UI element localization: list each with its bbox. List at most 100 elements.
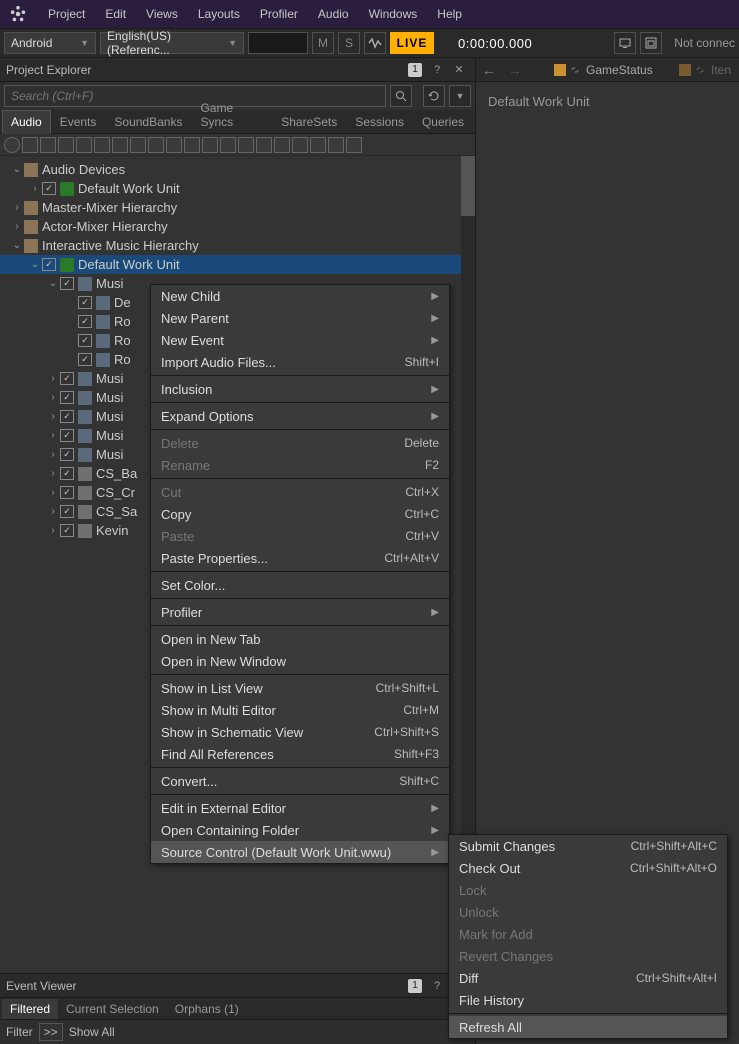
checkbox[interactable] (60, 505, 74, 518)
strip-icon[interactable] (274, 137, 290, 153)
chevron-right-icon[interactable]: › (10, 202, 24, 213)
menu-profiler[interactable]: Profiler (250, 3, 308, 25)
menu-item[interactable]: Paste Properties...Ctrl+Alt+V (151, 547, 449, 569)
checkbox[interactable] (60, 391, 74, 404)
menu-edit[interactable]: Edit (95, 3, 136, 25)
menu-item[interactable]: Open Containing Folder▶ (151, 819, 449, 841)
chevron-right-icon[interactable]: › (46, 373, 60, 384)
checkbox[interactable] (78, 296, 92, 309)
tab-sharesets[interactable]: ShareSets (272, 110, 346, 133)
chevron-down-icon[interactable]: ⌄ (46, 278, 60, 289)
menu-audio[interactable]: Audio (308, 3, 359, 25)
strip-icon[interactable] (148, 137, 164, 153)
checkbox[interactable] (60, 429, 74, 442)
menu-item[interactable]: Open in New Window (151, 650, 449, 672)
checkbox[interactable] (60, 486, 74, 499)
menu-views[interactable]: Views (136, 3, 188, 25)
context-menu-main[interactable]: New Child▶New Parent▶New Event▶Import Au… (150, 284, 450, 864)
menu-project[interactable]: Project (38, 3, 95, 25)
scrollbar-thumb[interactable] (461, 156, 475, 216)
strip-icon[interactable] (220, 137, 236, 153)
filter-forward-button[interactable]: >> (39, 1023, 63, 1041)
tab-audio[interactable]: Audio (2, 110, 51, 134)
tab-game-syncs[interactable]: Game Syncs (191, 96, 272, 133)
menu-item[interactable]: Profiler▶ (151, 601, 449, 623)
checkbox[interactable] (78, 315, 92, 328)
ev-tab[interactable]: Orphans (1) (167, 999, 247, 1019)
menu-item[interactable]: Check OutCtrl+Shift+Alt+O (449, 857, 727, 879)
strip-icon[interactable] (94, 137, 110, 153)
menu-item[interactable]: Expand Options▶ (151, 405, 449, 427)
menu-item[interactable]: File History (449, 989, 727, 1011)
strip-icon[interactable] (166, 137, 182, 153)
menu-layouts[interactable]: Layouts (188, 3, 250, 25)
right-tab-gamestatus[interactable]: GameStatus (550, 61, 657, 79)
menu-item[interactable]: New Child▶ (151, 285, 449, 307)
activity-icon[interactable] (364, 32, 386, 54)
nav-forward-icon[interactable]: → (506, 62, 524, 78)
tab-soundbanks[interactable]: SoundBanks (105, 110, 191, 133)
menu-item[interactable]: Open in New Tab (151, 628, 449, 650)
menu-windows[interactable]: Windows (359, 3, 428, 25)
dock-icon[interactable] (640, 32, 662, 54)
menu-item[interactable]: Show in Multi EditorCtrl+M (151, 699, 449, 721)
meter-box[interactable] (248, 32, 308, 54)
menu-item[interactable]: DiffCtrl+Shift+Alt+I (449, 967, 727, 989)
checkbox[interactable] (60, 372, 74, 385)
strip-icon[interactable] (346, 137, 362, 153)
strip-icon[interactable] (76, 137, 92, 153)
chevron-right-icon[interactable]: › (46, 449, 60, 460)
chevron-right-icon[interactable]: › (28, 183, 42, 194)
tab-sessions[interactable]: Sessions (346, 110, 413, 133)
live-button[interactable]: LIVE (390, 32, 434, 54)
checkbox[interactable] (60, 277, 74, 290)
menu-item[interactable]: Show in Schematic ViewCtrl+Shift+S (151, 721, 449, 743)
checkbox[interactable] (60, 448, 74, 461)
tree-row[interactable]: ›Actor-Mixer Hierarchy (0, 217, 475, 236)
menu-item[interactable]: New Event▶ (151, 329, 449, 351)
chevron-right-icon[interactable]: › (46, 430, 60, 441)
strip-icon[interactable] (40, 137, 56, 153)
menu-item[interactable]: Import Audio Files...Shift+I (151, 351, 449, 373)
chevron-right-icon[interactable]: › (46, 525, 60, 536)
checkbox[interactable] (60, 467, 74, 480)
refresh-icon[interactable] (423, 85, 445, 107)
menu-item[interactable]: Source Control (Default Work Unit.wwu)▶ (151, 841, 449, 863)
checkbox[interactable] (78, 353, 92, 366)
mute-button[interactable]: M (312, 32, 334, 54)
help-icon[interactable]: ? (427, 61, 447, 79)
menu-item[interactable]: Refresh All (449, 1016, 727, 1038)
ev-tab[interactable]: Current Selection (58, 999, 167, 1019)
chevron-right-icon[interactable]: › (46, 411, 60, 422)
chevron-right-icon[interactable]: › (46, 468, 60, 479)
checkbox[interactable] (42, 258, 56, 271)
menu-item[interactable]: Edit in External Editor▶ (151, 797, 449, 819)
help-icon[interactable]: ? (427, 977, 447, 995)
menu-item[interactable]: CopyCtrl+C (151, 503, 449, 525)
right-tab-item[interactable]: Iten (675, 61, 735, 79)
chevron-right-icon[interactable]: › (46, 506, 60, 517)
tab-queries[interactable]: Queries (413, 110, 473, 133)
close-icon[interactable]: ✕ (449, 61, 469, 79)
strip-icon[interactable] (130, 137, 146, 153)
menu-item[interactable]: New Parent▶ (151, 307, 449, 329)
strip-icon[interactable] (4, 137, 20, 153)
tree-row[interactable]: ›Default Work Unit (0, 179, 475, 198)
chevron-down-icon[interactable]: ⌄ (10, 164, 24, 175)
chevron-down-icon[interactable]: ⌄ (28, 259, 42, 270)
menu-item[interactable]: Convert...Shift+C (151, 770, 449, 792)
ev-tab[interactable]: Filtered (2, 999, 58, 1019)
menu-item[interactable]: Set Color... (151, 574, 449, 596)
chevron-right-icon[interactable]: › (10, 221, 24, 232)
strip-icon[interactable] (310, 137, 326, 153)
menu-item[interactable]: Submit ChangesCtrl+Shift+Alt+C (449, 835, 727, 857)
remote-icon[interactable] (614, 32, 636, 54)
strip-icon[interactable] (22, 137, 38, 153)
strip-icon[interactable] (112, 137, 128, 153)
strip-icon[interactable] (202, 137, 218, 153)
checkbox[interactable] (78, 334, 92, 347)
language-combo[interactable]: English(US) (Referenc...▼ (100, 32, 244, 54)
context-menu-source-control[interactable]: Submit ChangesCtrl+Shift+Alt+CCheck OutC… (448, 834, 728, 1039)
strip-icon[interactable] (184, 137, 200, 153)
chevron-down-icon[interactable]: ⌄ (10, 240, 24, 251)
